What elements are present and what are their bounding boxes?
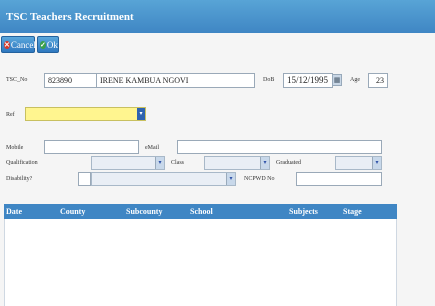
- qualification-label: Qualification: [6, 160, 38, 166]
- class-label: Class: [171, 160, 185, 166]
- ok-label: Ok: [46, 39, 58, 50]
- column-header[interactable]: Subjects: [289, 207, 318, 216]
- cancel-label: Cancel: [10, 39, 36, 50]
- ref-label: Ref: [6, 112, 15, 118]
- cancel-button[interactable]: ✕ Cancel: [1, 36, 36, 53]
- cancel-icon: ✕: [4, 40, 10, 49]
- grid-body[interactable]: [4, 219, 397, 306]
- graduated-select[interactable]: ▾: [335, 156, 382, 170]
- chevron-down-icon: ▾: [137, 108, 145, 120]
- ncpwd-field[interactable]: [296, 172, 382, 186]
- graduated-label: Graduated: [276, 160, 301, 166]
- qualification-select[interactable]: ▾: [91, 156, 165, 170]
- disability-select[interactable]: ▾: [91, 172, 236, 186]
- age-field[interactable]: 23: [368, 73, 388, 88]
- mobile-label: Mobile: [6, 145, 24, 151]
- mobile-field[interactable]: [44, 140, 139, 154]
- check-icon: ✓: [40, 40, 46, 49]
- grid-header: Date County Subcounty School Subjects St…: [4, 204, 397, 219]
- age-label: Age: [350, 77, 360, 83]
- chevron-down-icon: ▾: [226, 173, 235, 185]
- ncpwd-label: NCPWD No: [244, 176, 275, 182]
- name-field[interactable]: IRENE KAMBUA NGOVI: [96, 73, 255, 88]
- ref-select[interactable]: ▾: [25, 107, 146, 121]
- column-header[interactable]: Stage: [343, 207, 362, 216]
- tsc-no-field[interactable]: 823890: [44, 73, 98, 88]
- ok-button[interactable]: ✓ Ok: [37, 36, 59, 53]
- email-label: eMail: [145, 145, 159, 151]
- calendar-icon[interactable]: ▦: [332, 74, 342, 86]
- chevron-down-icon: ▾: [155, 157, 164, 169]
- window-title: TSC Teachers Recruitment: [6, 11, 134, 23]
- column-header[interactable]: School: [190, 207, 213, 216]
- email-field[interactable]: [177, 140, 382, 154]
- column-header[interactable]: Date: [6, 207, 22, 216]
- dob-field[interactable]: 15/12/1995: [283, 73, 333, 88]
- dob-label: DoB: [263, 77, 275, 83]
- toolbar: [0, 33, 435, 55]
- disability-label: Disability?: [6, 176, 33, 182]
- chevron-down-icon: ▾: [260, 157, 269, 169]
- column-header[interactable]: County: [60, 207, 85, 216]
- disability-checkbox[interactable]: [78, 172, 91, 186]
- column-header[interactable]: Subcounty: [126, 207, 162, 216]
- class-select[interactable]: ▾: [204, 156, 270, 170]
- chevron-down-icon: ▾: [372, 157, 381, 169]
- tsc-no-label: TSC_No: [6, 77, 28, 83]
